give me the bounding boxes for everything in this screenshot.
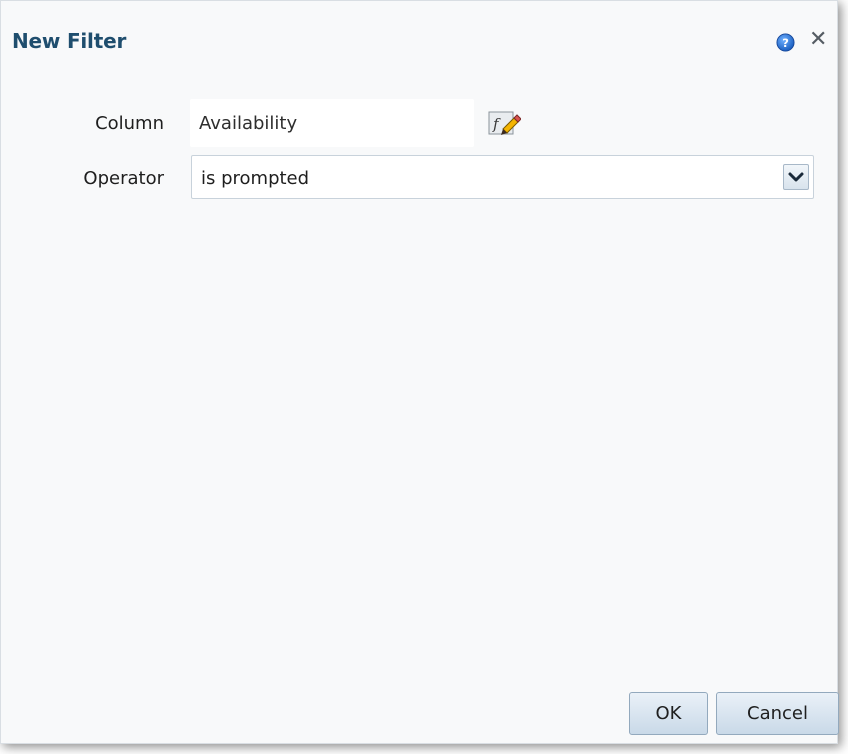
help-icon[interactable]: ? — [776, 33, 795, 52]
operator-value: is prompted — [201, 168, 310, 189]
dialog-title: New Filter — [12, 29, 127, 53]
cancel-button[interactable]: Cancel — [716, 692, 839, 735]
svg-text:?: ? — [782, 36, 789, 50]
new-filter-dialog: New Filter ? ✕ Column Availability f Ope… — [0, 0, 839, 744]
column-label: Column — [95, 113, 164, 134]
column-value: Availability — [199, 113, 298, 134]
ok-button[interactable]: OK — [629, 692, 708, 735]
operator-select[interactable]: is prompted — [191, 155, 814, 199]
close-icon[interactable]: ✕ — [809, 27, 827, 53]
chevron-down-icon[interactable] — [783, 164, 809, 190]
operator-label: Operator — [83, 168, 164, 189]
formula-edit-icon[interactable]: f — [488, 110, 521, 136]
